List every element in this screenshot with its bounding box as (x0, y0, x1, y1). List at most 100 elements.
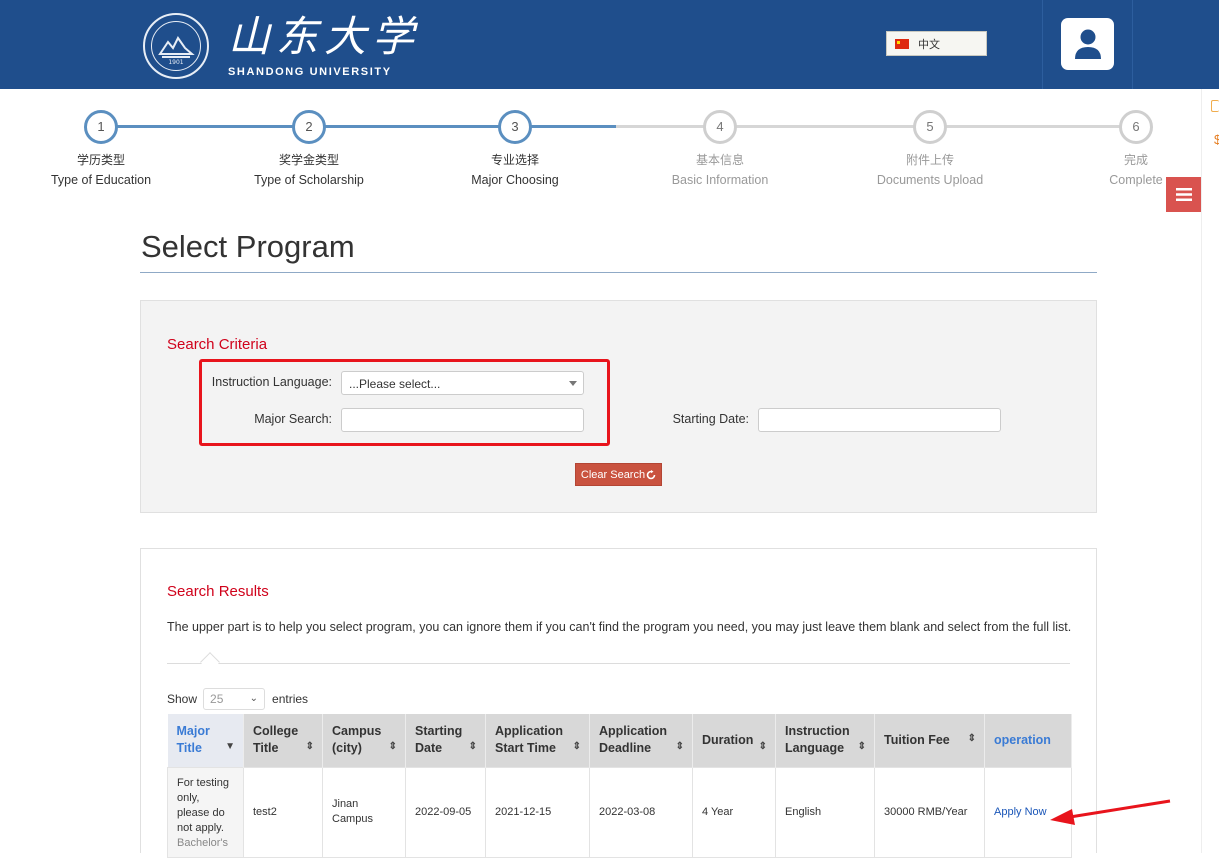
column-label: Instruction Language (785, 724, 850, 756)
seal-year: 1901 (168, 59, 183, 66)
sort-icon: ⇕ (305, 740, 314, 752)
column-label: Campus (city) (332, 724, 382, 756)
instruction-language-value: ...Please select... (349, 377, 441, 391)
column-header-duration[interactable]: Duration ⇕ (692, 714, 776, 767)
instruction-language-select[interactable]: ...Please select... (341, 371, 584, 395)
side-panel-mark: $ (1214, 132, 1219, 147)
column-label: operation (994, 732, 1051, 747)
cell-duration: 4 Year (692, 766, 776, 858)
show-label: Show (167, 692, 198, 706)
column-label: Tuition Fee (884, 732, 950, 747)
menu-toggle-button[interactable] (1166, 177, 1201, 212)
clear-search-button[interactable]: Clear Search (575, 463, 662, 486)
major-search-input[interactable] (341, 408, 584, 432)
logo-english-name: SHANDONG UNIVERSITY (228, 66, 392, 78)
column-header-campus[interactable]: Campus (city) ⇕ (322, 714, 406, 767)
sort-desc-icon: ▼ (225, 740, 235, 752)
cell-application-start: 2021-12-15 (485, 766, 590, 858)
sort-icon: ⇕ (758, 740, 767, 752)
step-2: 2 奖学金类型 Type of Scholarship (209, 110, 409, 187)
side-panel-tab[interactable] (1211, 100, 1219, 112)
sort-icon: ⇕ (572, 740, 581, 752)
right-side-panel (1201, 89, 1219, 853)
mountain-icon: 1901 (158, 36, 195, 66)
starting-date-input[interactable] (758, 408, 1001, 432)
search-criteria-title: Search Criteria (167, 336, 268, 353)
entries-per-page-select[interactable]: 25 ⌄ (203, 688, 266, 710)
cell-major-title: For testing only, please do not apply. B… (167, 766, 244, 858)
column-label: Duration (702, 732, 754, 747)
cell-tuition: 30000 RMB/Year (874, 766, 985, 858)
step-5: 5 附件上传 Documents Upload (830, 110, 1030, 187)
step-label-cn: 学历类型 (76, 153, 125, 167)
cell-application-deadline: 2022-03-08 (589, 766, 693, 858)
sort-icon: ⇕ (468, 740, 477, 752)
column-header-application-start[interactable]: Application Start Time ⇕ (485, 714, 590, 767)
step-label-cn: 奖学金类型 (278, 153, 339, 167)
step-3: 3 专业选择 Major Choosing (415, 110, 615, 187)
step-number: 1 (84, 110, 118, 144)
user-account-button[interactable] (1061, 18, 1114, 70)
language-switcher[interactable]: 中文 (886, 31, 987, 56)
cell-campus: Jinan Campus (322, 766, 406, 858)
step-number: 5 (913, 110, 947, 144)
dropdown-caret-icon (569, 381, 577, 386)
chevron-down-icon: ⌄ (249, 693, 259, 704)
header-divider (1132, 0, 1133, 89)
column-label: Application Deadline (599, 724, 668, 756)
page-length-control: Show 25 ⌄ entries (167, 688, 308, 710)
title-divider (140, 272, 1097, 273)
instruction-language-label: Instruction Language: (211, 375, 332, 389)
cell-college: test2 (243, 766, 323, 858)
column-header-operation: operation (984, 714, 1072, 767)
column-header-instruction-language[interactable]: Instruction Language ⇕ (775, 714, 875, 767)
step-number: 6 (1119, 110, 1153, 144)
sort-icon: ⇕ (967, 732, 976, 744)
step-label-en: Type of Scholarship (254, 173, 364, 187)
cell-language: English (775, 766, 875, 858)
step-label-en: Type of Education (50, 173, 152, 187)
column-label: College Title (253, 724, 299, 756)
apply-now-link[interactable]: Apply Now (994, 806, 1047, 818)
step-label-en: Basic Information (671, 173, 769, 187)
search-hint-text: The upper part is to help you select pro… (167, 620, 1072, 634)
major-degree-text: Bachelor's (177, 836, 229, 849)
column-label: Application Start Time (495, 724, 564, 756)
china-flag-icon (895, 38, 909, 49)
page-title: Select Program (141, 229, 355, 264)
major-search-label: Major Search: (254, 412, 332, 426)
top-header: 1901 山东大学 SHANDONG UNIVERSITY 中文 (0, 0, 1219, 89)
header-divider (1042, 0, 1043, 89)
table-header-row: Major Title ▼ College Title ⇕ Campus (city… (167, 714, 1072, 767)
step-1: 1 学历类型 Type of Education (1, 110, 201, 187)
cell-starting-date: 2022-09-05 (405, 766, 486, 858)
sort-icon: ⇕ (675, 740, 684, 752)
sort-icon: ⇕ (388, 740, 397, 752)
column-header-starting-date[interactable]: Starting Date ⇕ (405, 714, 486, 767)
hamburger-menu-icon (1175, 188, 1192, 201)
step-label-en: Major Choosing (471, 173, 559, 187)
step-4: 4 基本信息 Basic Information (620, 110, 820, 187)
major-title-text: For testing only, please do not apply. (177, 776, 229, 834)
entries-label: entries (272, 692, 309, 706)
step-number: 4 (703, 110, 737, 144)
search-results-title: Search Results (167, 583, 269, 600)
clear-search-label: Clear Search (580, 468, 646, 481)
hint-divider (167, 663, 1070, 664)
results-table: Major Title ▼ College Title ⇕ Campus (city… (167, 714, 1072, 858)
column-header-tuition-fee[interactable]: Tuition Fee ⇕ (874, 714, 985, 767)
logo-chinese-name: 山东大学 (228, 12, 421, 61)
column-header-college-title[interactable]: College Title ⇕ (243, 714, 323, 767)
column-header-major-title[interactable]: Major Title ▼ (167, 714, 244, 767)
step-number: 2 (292, 110, 326, 144)
step-label-cn: 附件上传 (905, 153, 954, 167)
column-label: Starting Date (415, 724, 463, 756)
table-row: For testing only, please do not apply. B… (167, 766, 1072, 858)
university-seal-logo: 1901 (143, 13, 209, 79)
step-label-cn: 专业选择 (490, 153, 539, 167)
step-label-cn: 基本信息 (695, 153, 744, 167)
refresh-icon (646, 469, 656, 479)
step-6: 6 完成 Complete (1036, 110, 1219, 187)
column-header-application-deadline[interactable]: Application Deadline ⇕ (589, 714, 693, 767)
user-icon (1074, 29, 1101, 59)
